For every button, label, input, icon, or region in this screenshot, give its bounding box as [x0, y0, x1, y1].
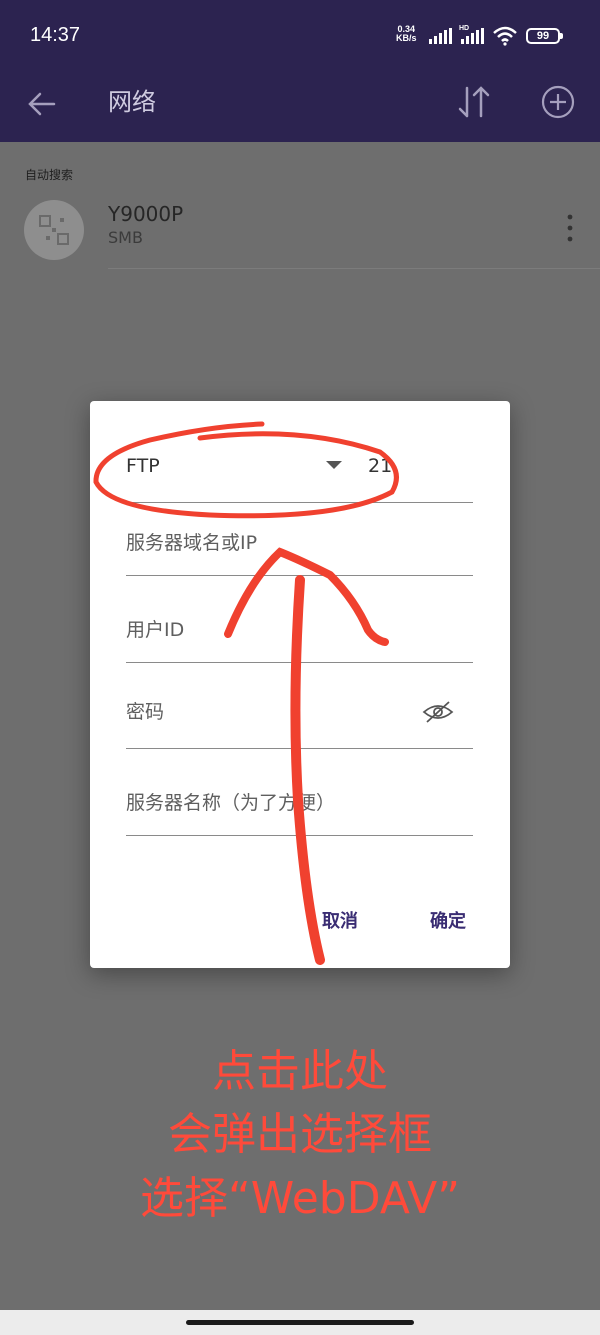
protocol-dropdown[interactable]: FTP: [126, 441, 352, 491]
protocol-value: FTP: [126, 455, 160, 477]
clock: 14:37: [30, 24, 81, 46]
add-circle-icon[interactable]: [538, 82, 578, 122]
protocol-row: FTP 21: [126, 441, 473, 503]
cancel-button[interactable]: 取消: [322, 907, 358, 933]
eye-off-icon[interactable]: [422, 699, 454, 725]
divider: [108, 268, 600, 269]
net-speed-unit: KB/s: [396, 33, 417, 43]
page-title: 网络: [108, 88, 156, 116]
device-name: Y9000P: [108, 202, 184, 226]
server-name-field[interactable]: 服务器名称（为了方便）: [126, 776, 473, 836]
annotation-text-line3: 选择“WebDAV”: [139, 1173, 460, 1224]
signal-icon-2: [461, 28, 484, 44]
list-item[interactable]: Y9000P SMB: [0, 190, 600, 268]
app-bar: 网络: [0, 70, 600, 142]
navigation-bar: [0, 1310, 600, 1335]
password-placeholder: 密码: [126, 701, 165, 723]
add-server-dialog: FTP 21 服务器域名或IP 用户ID 密码 服务器名称（为了方便） 取消 确…: [90, 401, 510, 968]
arrow-left-icon[interactable]: [24, 86, 60, 122]
sort-arrows-icon[interactable]: [454, 82, 494, 122]
battery-icon: 99: [526, 28, 563, 44]
signal-icon: [429, 28, 452, 44]
annotation-text-line2: 会弹出选择框: [168, 1109, 432, 1160]
host-field[interactable]: 服务器域名或IP: [126, 516, 473, 576]
net-speed: 0.34 KB/s: [396, 25, 417, 43]
annotation-text-line1: 点击此处: [212, 1046, 388, 1097]
status-bar: 14:37 0.34 KB/s HD 99: [0, 0, 600, 70]
user-id-placeholder: 用户ID: [126, 619, 185, 641]
user-id-field[interactable]: 用户ID: [126, 603, 473, 663]
confirm-button[interactable]: 确定: [430, 907, 466, 933]
qr-network-icon: [39, 215, 69, 245]
device-type: SMB: [108, 228, 143, 247]
section-header: 自动搜索: [25, 168, 74, 182]
host-placeholder: 服务器域名或IP: [126, 532, 258, 554]
home-indicator[interactable]: [186, 1320, 414, 1325]
device-avatar: [24, 200, 84, 260]
more-vert-icon[interactable]: [556, 208, 584, 248]
password-field[interactable]: 密码: [126, 689, 473, 749]
port-field[interactable]: 21: [368, 455, 392, 477]
dropdown-arrow-icon: [326, 461, 342, 469]
server-name-placeholder: 服务器名称（为了方便）: [126, 792, 336, 814]
wifi-icon: [493, 26, 517, 46]
